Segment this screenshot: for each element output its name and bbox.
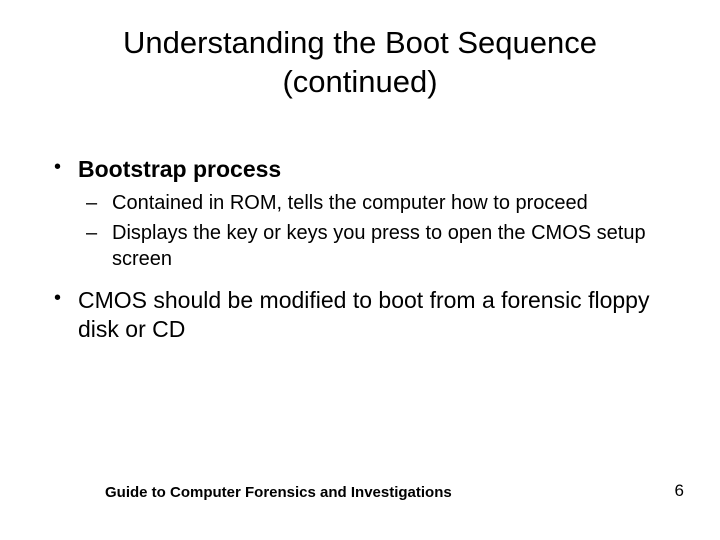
page-number: 6 [675,481,684,501]
bullet-list: Bootstrap process Contained in ROM, tell… [50,155,670,343]
slide-title: Understanding the Boot Sequence (continu… [0,0,720,102]
slide-body: Bootstrap process Contained in ROM, tell… [50,155,670,357]
title-line-1: Understanding the Boot Sequence [123,25,597,60]
bullet-item-1: Bootstrap process Contained in ROM, tell… [50,155,670,272]
slide: Understanding the Boot Sequence (continu… [0,0,720,540]
bullet-item-2: CMOS should be modified to boot from a f… [50,286,670,344]
footer-text: Guide to Computer Forensics and Investig… [105,484,452,501]
sub-item-1-1: Contained in ROM, tells the computer how… [78,190,670,216]
sub-item-1-2: Displays the key or keys you press to op… [78,220,670,272]
title-line-2: (continued) [282,64,437,99]
sub-list-1: Contained in ROM, tells the computer how… [78,190,670,272]
bullet-1-label: Bootstrap process [78,156,281,182]
